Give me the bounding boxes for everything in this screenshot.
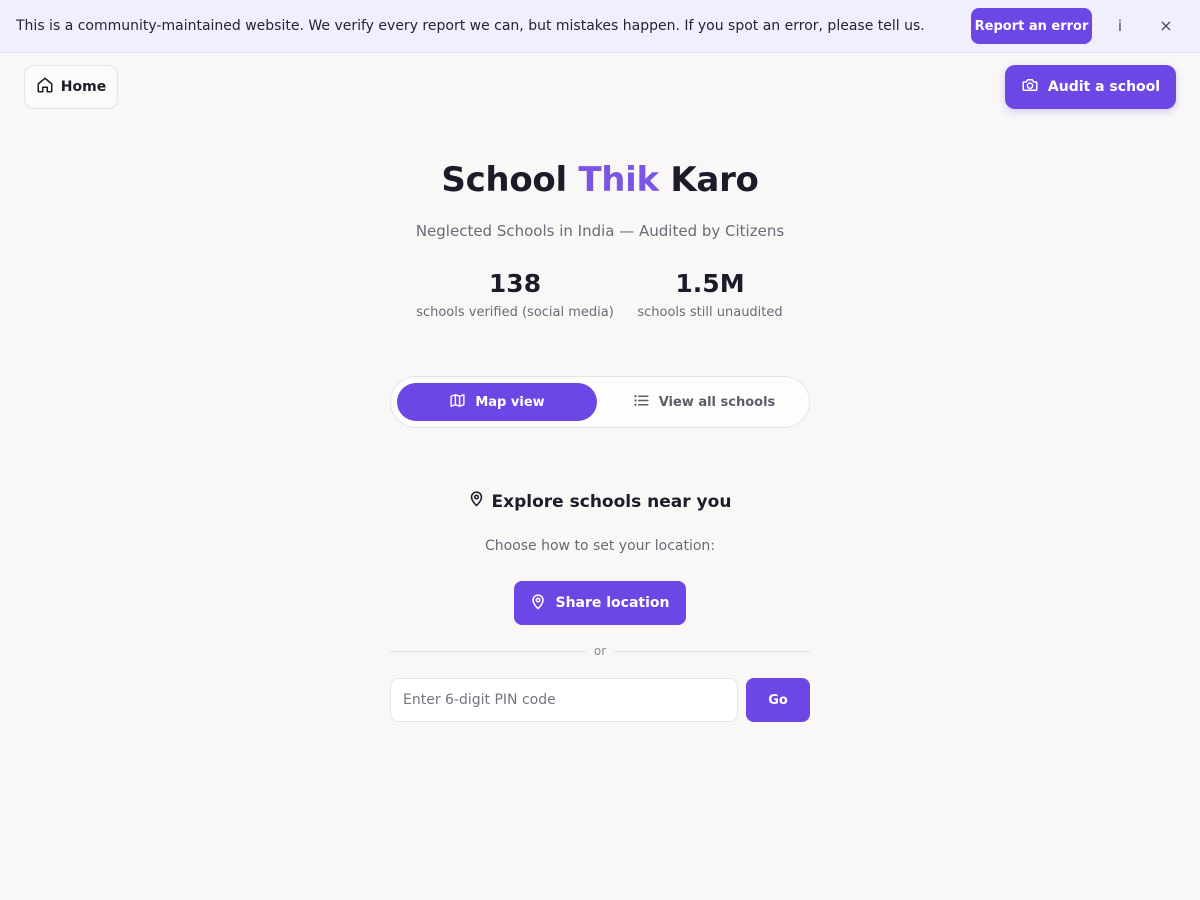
- audit-school-button[interactable]: Audit a school: [1005, 65, 1176, 109]
- title-part-1: School: [441, 160, 567, 200]
- list-view-tab[interactable]: View all schools: [603, 383, 805, 421]
- explore-subtext: Choose how to set your location:: [484, 538, 716, 554]
- title-part-2: Karo: [670, 160, 759, 200]
- share-location-label: Share location: [555, 595, 670, 611]
- close-banner-button[interactable]: ×: [1156, 12, 1176, 40]
- map-icon: [449, 392, 466, 413]
- divider-right: [614, 651, 810, 652]
- map-pin-icon: [469, 490, 484, 514]
- home-label: Home: [60, 79, 107, 95]
- view-toggle: Map view View all schools: [390, 376, 810, 428]
- page-subtitle: Neglected Schools in India — Audited by …: [415, 222, 785, 240]
- map-view-label: Map view: [475, 394, 545, 410]
- home-button[interactable]: Home: [24, 65, 118, 109]
- stat-verified: 138 schools verified (social media): [410, 268, 620, 321]
- stat-unaudited: 1.5M schools still unaudited: [630, 268, 790, 321]
- divider-or: or: [593, 644, 607, 658]
- report-error-button[interactable]: Report an error: [971, 8, 1092, 44]
- stat-verified-value: 138: [488, 269, 542, 298]
- title-accent: Thik: [578, 160, 659, 200]
- camera-icon: [1021, 76, 1039, 98]
- stat-unaudited-label: schools still unaudited: [637, 305, 783, 320]
- explore-heading: Explore schools near you: [0, 490, 1200, 514]
- list-view-label: View all schools: [658, 394, 776, 410]
- share-location-button[interactable]: Share location: [514, 581, 686, 625]
- info-button[interactable]: i: [1110, 12, 1130, 40]
- audit-label: Audit a school: [1047, 79, 1161, 95]
- divider-left: [390, 651, 586, 652]
- pin-code-input[interactable]: [390, 678, 738, 722]
- map-view-tab[interactable]: Map view: [397, 383, 597, 421]
- list-icon: [633, 392, 650, 413]
- explore-heading-text: Explore schools near you: [491, 492, 732, 512]
- page-title: School Thik Karo: [0, 158, 1200, 202]
- community-banner: This is a community-maintained website. …: [0, 0, 1200, 53]
- map-pin-icon: [530, 593, 546, 614]
- banner-message: This is a community-maintained website. …: [16, 18, 925, 34]
- go-button[interactable]: Go: [746, 678, 810, 722]
- stat-unaudited-value: 1.5M: [675, 269, 745, 298]
- home-icon: [36, 76, 54, 98]
- stat-verified-label: schools verified (social media): [416, 305, 614, 320]
